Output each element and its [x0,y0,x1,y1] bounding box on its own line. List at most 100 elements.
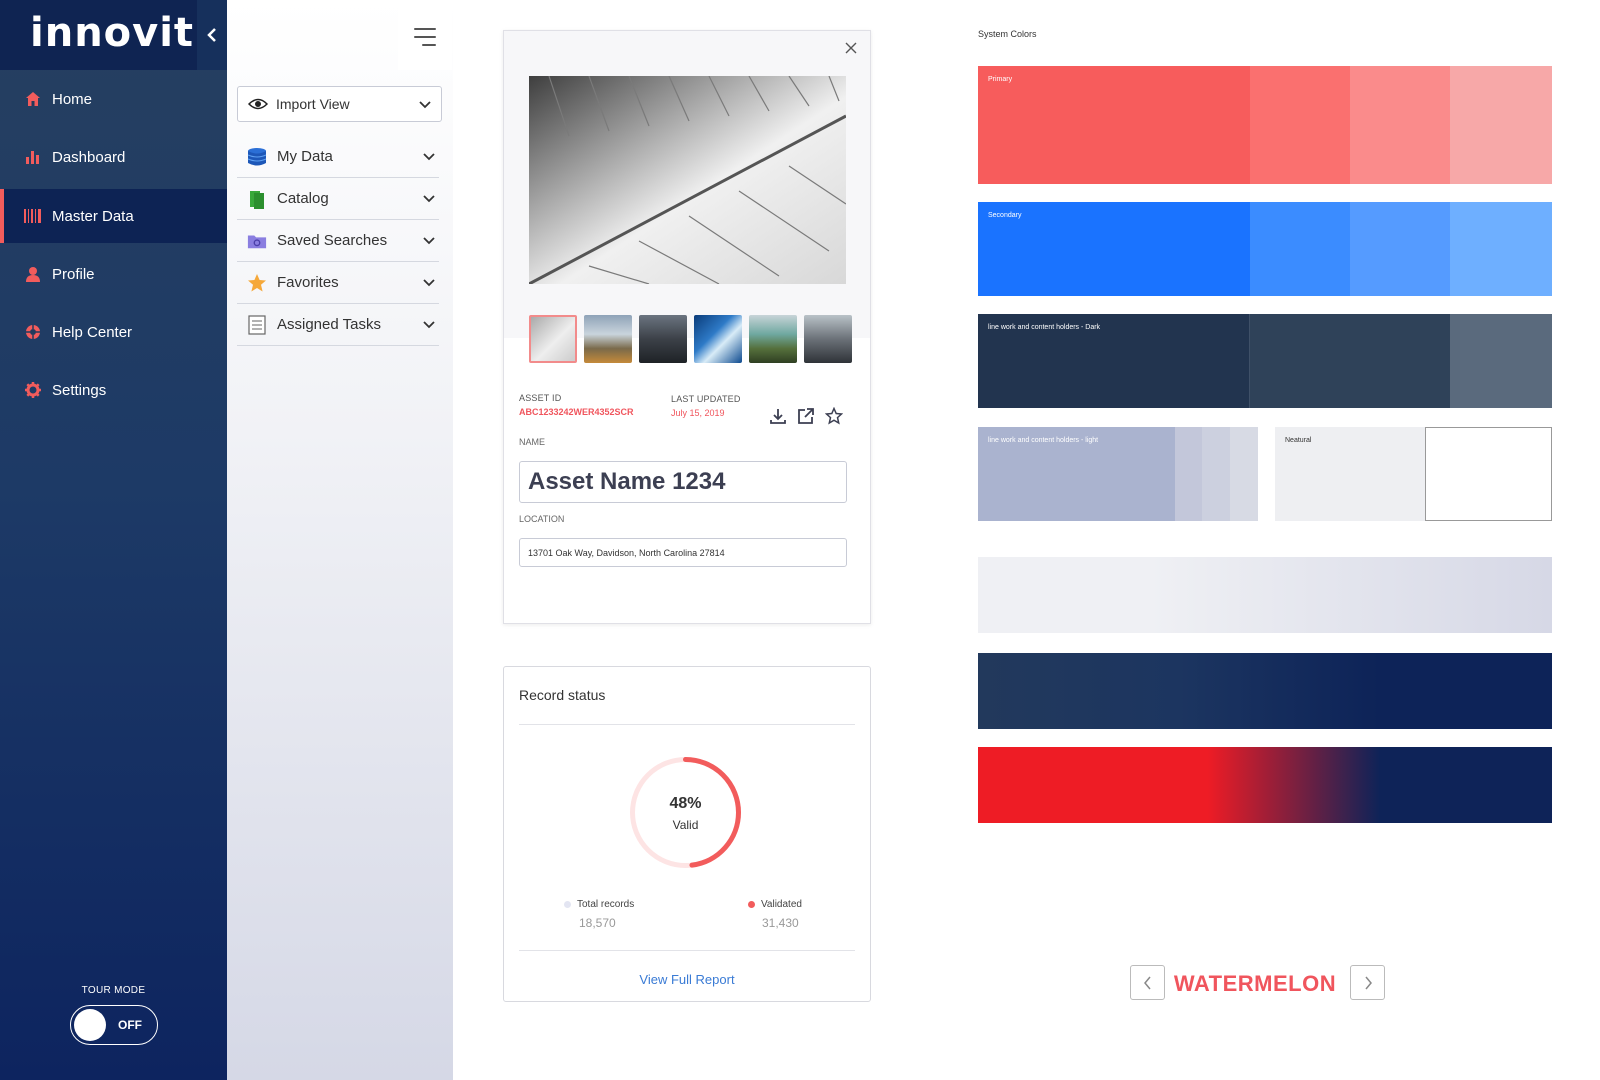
menu-item-favorites[interactable]: Favorites [237,262,439,304]
legend-dot [564,900,571,908]
validated-value: 31,430 [762,916,799,930]
asset-id-label: ASSET ID [519,393,562,403]
share-icon[interactable] [797,407,815,425]
color-swatch [1250,202,1350,296]
sidebar-item-settings[interactable]: Settings [0,363,227,417]
asset-main-image [529,76,846,284]
bar-chart-icon [24,148,42,166]
view-select-label: Import View [276,96,350,112]
menu-item-saved-searches[interactable]: Saved Searches [237,220,439,262]
color-swatch: line work and content holders - Dark [978,314,1250,408]
color-swatch: Secondary [978,202,1250,296]
close-button[interactable] [844,41,860,57]
app-root: innovit Home Dashboard Master Data Profi… [0,0,1600,1080]
navy-gradient-swatch [978,653,1552,729]
collapse-sidebar-button[interactable] [197,0,227,70]
sidebar-item-master-data[interactable]: Master Data [0,189,227,243]
thumbnail[interactable] [529,315,577,363]
divider [519,724,855,725]
light-palette: line work and content holders - light [978,427,1258,521]
sidebar-item-profile[interactable]: Profile [0,247,227,301]
download-icon[interactable] [769,407,787,425]
thumbnail[interactable] [694,315,742,363]
asset-actions [769,406,844,425]
barcode-icon [24,207,42,225]
asset-id-value: ABC1233242WER4352SCR [519,407,634,417]
color-swatch [1175,427,1202,521]
legend-validated: Validated [748,899,802,910]
asset-detail-card: ASSET ID ABC1233242WER4352SCR LAST UPDAT… [503,30,871,624]
thumbnail[interactable] [804,315,852,363]
asset-name-field[interactable]: Asset Name 1234 [519,461,847,503]
home-icon [24,90,42,108]
thumbnail[interactable] [584,315,632,363]
user-icon [24,265,42,283]
chevron-down-icon [423,316,435,333]
color-pager: WATERMELON [1125,965,1385,1000]
color-swatch [1450,66,1552,184]
light-gradient-swatch [978,557,1552,633]
sidebar-item-dashboard[interactable]: Dashboard [0,130,227,184]
swatch-label: line work and content holders - light [988,437,1099,444]
thumbnail[interactable] [749,315,797,363]
menu-line [414,27,436,30]
logo-bar: innovit [0,0,227,70]
swatch-label: line work and content holders - Dark [988,324,1101,331]
swatch-label: Primary [988,76,1013,83]
chevron-down-icon [423,232,435,249]
star-outline-icon[interactable] [824,406,844,425]
legend-label: Validated [761,899,802,910]
chevron-down-icon [423,148,435,165]
menu-item-label: Favorites [277,274,339,291]
last-updated-label: LAST UPDATED [671,394,741,404]
sidebar-item-label: Dashboard [52,148,126,166]
neutral-palette: Neatural [1275,427,1552,521]
database-icon [247,147,267,167]
color-swatch [1202,427,1230,521]
menu-item-my-data[interactable]: My Data [237,136,439,178]
secondary-palette: Secondary [978,202,1552,296]
view-full-report-link[interactable]: View Full Report [504,972,870,987]
valid-donut-chart: 48% Valid [628,755,743,870]
primary-palette: Primary [978,66,1552,184]
record-status-title: Record status [519,687,606,703]
sidebar-item-label: Home [52,90,93,108]
tour-mode-toggle[interactable]: OFF [70,1005,158,1045]
catalog-icon [247,189,267,209]
menu-item-catalog[interactable]: Catalog [237,178,439,220]
color-swatch [1350,66,1450,184]
color-swatch [1425,427,1552,521]
tour-mode: TOUR MODE OFF [0,985,227,1045]
color-name: WATERMELON [1173,971,1337,996]
gear-icon [24,381,42,399]
sidebar-item-home[interactable]: Home [0,72,227,126]
sidebar-item-help-center[interactable]: Help Center [0,305,227,359]
view-select[interactable]: Import View [237,86,442,122]
sidebar-item-label: Profile [52,265,95,283]
next-color-button[interactable] [1350,965,1385,1000]
legend-dot [748,900,755,908]
logo: innovit [30,10,195,56]
chevron-left-icon [207,28,216,42]
red-navy-gradient-swatch [978,747,1552,823]
location-label: LOCATION [519,514,565,524]
legend-label: Total records [577,899,635,910]
hamburger-menu-button[interactable] [398,3,452,70]
color-swatch [1450,314,1552,408]
color-swatch [1250,314,1450,408]
menu-item-label: Catalog [277,190,329,207]
color-swatch: Neatural [1275,427,1425,521]
task-list-icon [247,314,267,335]
color-swatch [1230,427,1258,521]
thumbnail-strip [529,315,852,363]
star-icon [247,273,267,293]
toggle-knob [74,1009,106,1041]
chevron-right-icon [1364,976,1372,989]
location-field[interactable]: 13701 Oak Way, Davidson, North Carolina … [519,538,847,567]
name-label: NAME [519,437,546,447]
thumbnail[interactable] [639,315,687,363]
color-swatch: Primary [978,66,1250,184]
menu-item-assigned-tasks[interactable]: Assigned Tasks [237,304,439,346]
sidebar-item-label: Master Data [52,207,134,225]
chevron-down-icon [423,274,435,291]
